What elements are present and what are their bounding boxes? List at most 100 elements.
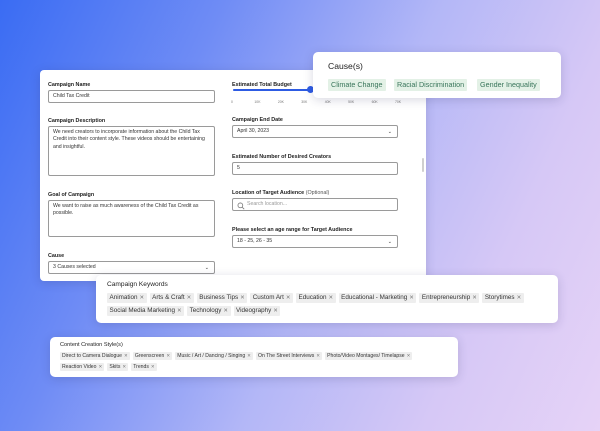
tag-chip[interactable]: Skits ✕ (107, 363, 129, 371)
cause-label: Cause (48, 253, 65, 259)
location-search-input[interactable]: Search location... (232, 198, 398, 211)
close-icon[interactable]: ✕ (122, 363, 126, 371)
tag-row: Direct to Camera Dialogue ✕ Greenscreen ✕ Mu… (60, 352, 455, 360)
budget-tick-label: 10K (254, 100, 261, 104)
creators-input[interactable]: 5 (232, 162, 398, 175)
chevron-down-icon: ⌄ (204, 265, 209, 271)
close-icon[interactable]: ✕ (329, 293, 334, 303)
tag-chip[interactable]: Entrepreneurship ✕ (419, 293, 480, 303)
tag-chip[interactable]: Greenscreen ✕ (132, 352, 173, 360)
tag-chip[interactable]: Photo/Video Montages/ Timelapse ✕ (325, 352, 413, 360)
cause-chip[interactable]: Racial Discrimination (394, 79, 468, 91)
search-icon (237, 202, 245, 209)
close-icon[interactable]: ✕ (316, 352, 320, 360)
causes-title: Cause(s) (328, 61, 363, 71)
close-icon[interactable]: ✕ (187, 293, 192, 303)
content-creation-title: Content Creation Style(s) (60, 342, 123, 348)
location-label: Location of Target Audience (Optional) (232, 190, 329, 196)
tag-label: Education (298, 294, 327, 301)
campaign-keywords-title: Campaign Keywords (107, 281, 168, 288)
budget-tick-label: 60K (371, 100, 378, 104)
tag-chip[interactable]: Arts & Craft ✕ (149, 293, 194, 303)
tag-label: Educational - Marketing (341, 294, 408, 301)
budget-tick-label: 50K (348, 100, 355, 104)
tag-chip[interactable]: Technology ✕ (187, 306, 231, 316)
tag-label: Photo/Video Montages/ Timelapse (327, 353, 405, 359)
campaign-name-label: Campaign Name (48, 82, 91, 88)
cause-chip[interactable]: Gender Inequality (477, 79, 540, 91)
tag-label: Storytimes (484, 294, 515, 301)
tag-chip[interactable]: Education ✕ (296, 293, 336, 303)
campaign-name-input[interactable]: Child Tax Credit (48, 90, 215, 103)
budget-tick-label: 30K (301, 100, 308, 104)
tag-row: Reaction Video ✕ Skits ✕ Trends ✕ (60, 363, 455, 371)
campaign-description-input[interactable]: We need creators to incorporate informat… (48, 126, 215, 176)
goal-label: Goal of Campaign (48, 192, 95, 198)
tag-chip[interactable]: Reaction Video ✕ (60, 363, 105, 371)
tag-label: Arts & Craft (152, 294, 185, 301)
tag-label: Reaction Video (62, 364, 97, 370)
budget-slider-fill (233, 89, 311, 91)
age-select-value: 18 - 25, 26 - 35 (237, 237, 273, 244)
close-icon[interactable]: ✕ (286, 293, 291, 303)
budget-tick-label: 70K (395, 100, 402, 104)
tag-chip[interactable]: Direct to Camera Dialogue ✕ (60, 352, 130, 360)
tag-chip[interactable]: Videography ✕ (233, 306, 281, 316)
tag-chip[interactable]: Music / Art / Dancing / Singing ✕ (175, 352, 254, 360)
creators-label: Estimated Number of Desired Creators (232, 154, 332, 160)
goal-input[interactable]: We want to raise as much awareness of th… (48, 200, 215, 237)
close-icon[interactable]: ✕ (177, 306, 182, 316)
tag-label: Custom Art (252, 294, 284, 301)
tag-chip[interactable]: Custom Art ✕ (250, 293, 294, 303)
age-label: Please select an age range for Target Au… (232, 227, 353, 233)
tag-chip[interactable]: Storytimes ✕ (482, 293, 524, 303)
close-icon[interactable]: ✕ (151, 363, 155, 371)
keyword-tag-list: Animation ✕ Arts & Craft ✕ Business Tips ✕ Cus… (107, 293, 552, 319)
tag-label: Trends (133, 364, 149, 370)
tag-label: Technology (189, 307, 222, 314)
cause-select-value: 3 Causes selected (53, 263, 96, 270)
causes-card: Cause(s) Climate Change Racial Discrimin… (313, 52, 561, 98)
budget-tick-label: 40K (324, 100, 331, 104)
tag-label: Direct to Camera Dialogue (62, 353, 123, 359)
tag-chip[interactable]: Educational - Marketing ✕ (338, 293, 417, 303)
tag-chip[interactable]: Business Tips ✕ (196, 293, 248, 303)
tag-label: Greenscreen (134, 353, 165, 359)
close-icon[interactable]: ✕ (98, 363, 102, 371)
close-icon[interactable]: ✕ (124, 352, 128, 360)
close-icon[interactable]: ✕ (247, 352, 251, 360)
tag-chip[interactable]: Animation ✕ (107, 293, 147, 303)
close-icon[interactable]: ✕ (273, 306, 278, 316)
cause-select[interactable]: 3 Causes selected ⌄ (48, 261, 215, 274)
budget-label: Estimated Total Budget (232, 82, 292, 88)
content-creation-card: Content Creation Style(s) Direct to Came… (50, 337, 458, 377)
tag-chip[interactable]: On The Street Interviews ✕ (256, 352, 323, 360)
close-icon[interactable]: ✕ (166, 352, 170, 360)
close-icon[interactable]: ✕ (140, 293, 145, 303)
tag-chip[interactable]: Trends ✕ (131, 363, 157, 371)
tag-label: Music / Art / Dancing / Singing (177, 353, 246, 359)
tag-row: Animation ✕ Arts & Craft ✕ Business Tips ✕ Cus… (107, 293, 552, 303)
end-date-value: April 30, 2023 (237, 127, 270, 134)
location-placeholder: Search location... (247, 200, 288, 207)
tag-chip[interactable]: Social Media Marketing ✕ (107, 306, 185, 316)
cause-chip[interactable]: Climate Change (328, 79, 386, 91)
chevron-down-icon: ⌄ (387, 129, 392, 135)
location-label-text: Location of Target Audience (232, 190, 305, 196)
tag-label: Entrepreneurship (421, 294, 471, 301)
close-icon[interactable]: ✕ (409, 293, 414, 303)
age-select[interactable]: 18 - 25, 26 - 35 ⌄ (232, 235, 398, 248)
close-icon[interactable]: ✕ (240, 293, 245, 303)
close-icon[interactable]: ✕ (407, 352, 411, 360)
scrollbar[interactable] (422, 158, 424, 172)
tag-label: Animation (109, 294, 138, 301)
tag-label: Social Media Marketing (109, 307, 175, 314)
close-icon[interactable]: ✕ (472, 293, 477, 303)
close-icon[interactable]: ✕ (517, 293, 522, 303)
end-date-select[interactable]: April 30, 2023 ⌄ (232, 125, 398, 138)
chevron-down-icon: ⌄ (387, 239, 392, 245)
end-date-label: Campaign End Date (232, 117, 283, 123)
content-style-tag-list: Direct to Camera Dialogue ✕ Greenscreen ✕ Mu… (60, 352, 455, 374)
close-icon[interactable]: ✕ (223, 306, 228, 316)
tag-label: On The Street Interviews (258, 353, 315, 359)
